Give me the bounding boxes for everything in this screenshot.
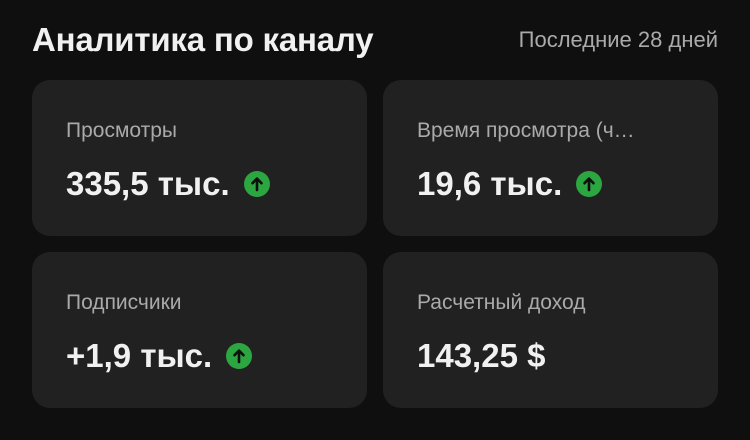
metric-label-watch-time: Время просмотра (ч…	[417, 119, 635, 142]
metric-value-row: 335,5 тыс.	[66, 164, 333, 204]
metric-value-views: 335,5 тыс.	[66, 165, 230, 202]
arrow-up-icon	[576, 171, 603, 197]
metric-card-revenue[interactable]: Расчетный доход 143,25 $	[383, 252, 718, 408]
metric-label-revenue: Расчетный доход	[417, 291, 586, 314]
metric-value-row: +1,9 тыс.	[66, 336, 333, 376]
metric-value-revenue: 143,25 $	[417, 337, 546, 374]
metric-card-watch-time[interactable]: Время просмотра (ч… 19,6 тыс.	[383, 80, 718, 236]
arrow-up-icon	[243, 171, 270, 197]
metric-label-subscribers: Подписчики	[66, 291, 182, 314]
metric-value-row: 19,6 тыс.	[417, 164, 684, 204]
metric-label-views: Просмотры	[66, 119, 177, 142]
panel-header: Аналитика по каналу Последние 28 дней	[32, 0, 718, 80]
period-label[interactable]: Последние 28 дней	[519, 27, 718, 53]
metric-value-row: 143,25 $	[417, 336, 684, 376]
metric-card-subscribers[interactable]: Подписчики +1,9 тыс.	[32, 252, 367, 408]
metric-value-subscribers: +1,9 тыс.	[66, 337, 213, 374]
panel-title: Аналитика по каналу	[32, 21, 374, 58]
metric-card-views[interactable]: Просмотры 335,5 тыс.	[32, 80, 367, 236]
metrics-grid: Просмотры 335,5 тыс. Время просмотра (ч……	[32, 80, 718, 408]
metric-value-watch-time: 19,6 тыс.	[417, 165, 563, 202]
arrow-up-icon	[226, 343, 253, 369]
channel-analytics-panel: Аналитика по каналу Последние 28 дней Пр…	[0, 0, 750, 440]
